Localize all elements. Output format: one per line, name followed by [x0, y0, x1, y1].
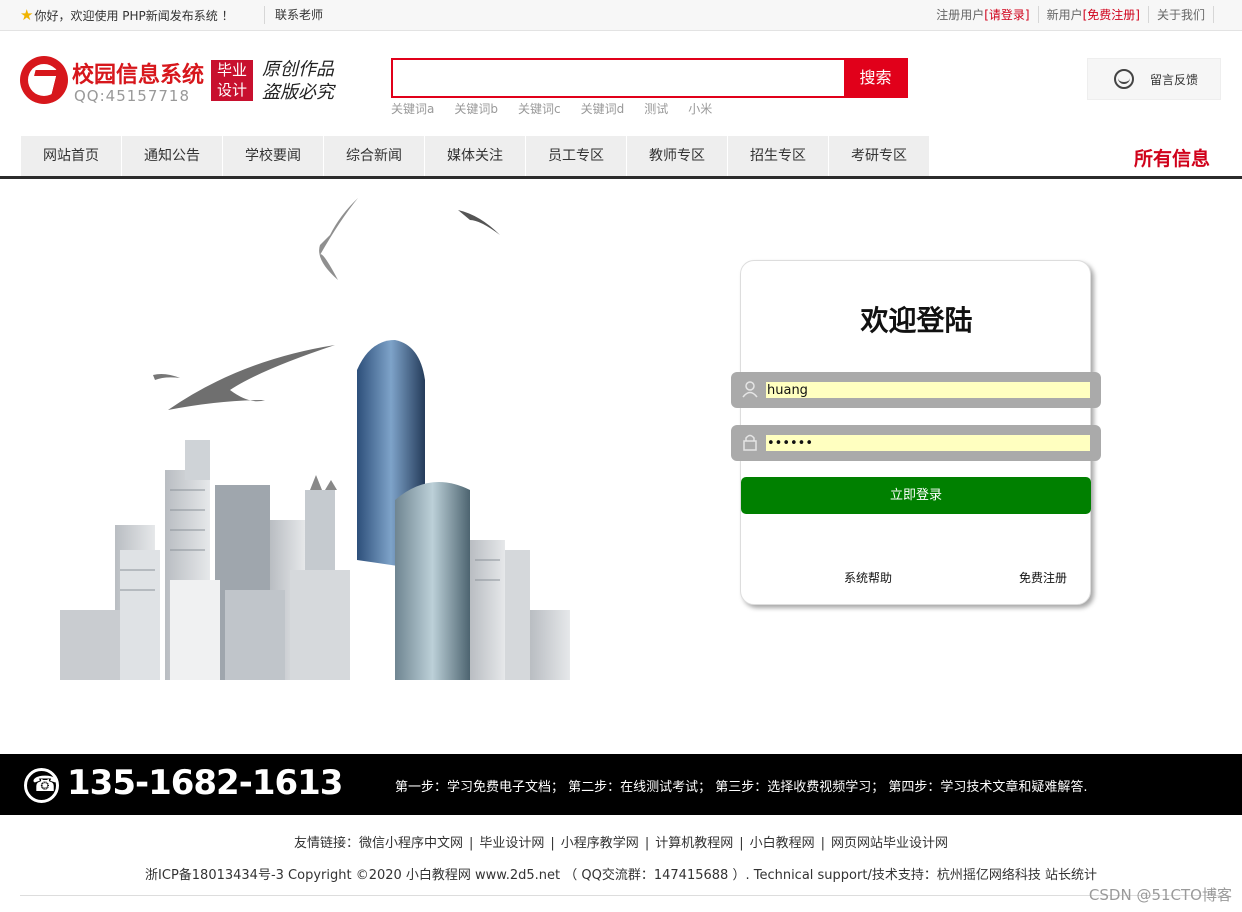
- friend-link[interactable]: 毕业设计网: [479, 836, 544, 851]
- register-free-link[interactable]: 免费注册: [1019, 569, 1067, 586]
- main-nav: 网站首页 通知公告 学校要闻 综合新闻 媒体关注 员工专区 教师专区 招生专区 …: [21, 136, 930, 176]
- feedback-label: 留言反馈: [1150, 72, 1199, 87]
- lock-icon: [743, 434, 757, 451]
- city-illustration: [40, 190, 600, 685]
- search-input[interactable]: [393, 60, 845, 96]
- username-input[interactable]: [766, 382, 1090, 398]
- divider: [264, 6, 265, 24]
- friend-link[interactable]: 计算机教程网: [655, 836, 733, 851]
- nav-teachers[interactable]: 教师专区: [627, 136, 728, 176]
- contact-band: 135-1682-1613 第一步：学习免费电子文档； 第二步：在线测试考试； …: [0, 754, 1242, 815]
- friend-link[interactable]: 微信小程序中文网: [359, 836, 463, 851]
- login-card: 欢迎登陆 立即登录 系统帮助 免费注册: [731, 260, 1101, 605]
- about-link[interactable]: 关于我们: [1147, 6, 1213, 23]
- watermark: CSDN @51CTO博客: [1088, 886, 1232, 904]
- phone-number: 135-1682-1613: [67, 763, 343, 803]
- search-button[interactable]: 搜索: [844, 59, 907, 97]
- nav-graduate[interactable]: 考研专区: [829, 136, 930, 176]
- search-box: 搜索: [391, 58, 908, 98]
- nav-staff[interactable]: 员工专区: [526, 136, 627, 176]
- star-icon: ★: [20, 6, 34, 24]
- slogan: 原创作品 盗版必究: [262, 59, 334, 103]
- nav-home[interactable]: 网站首页: [21, 136, 122, 176]
- password-input[interactable]: [766, 435, 1090, 451]
- keyword-link[interactable]: 关键词d: [581, 100, 625, 117]
- site-qq: QQ:45157718: [74, 87, 191, 105]
- nav-underline: [0, 176, 1242, 179]
- nav-admissions[interactable]: 招生专区: [728, 136, 829, 176]
- keyword-link[interactable]: 测试: [644, 100, 668, 117]
- friend-link[interactable]: 网页网站毕业设计网: [831, 836, 948, 851]
- help-link[interactable]: 系统帮助: [844, 569, 892, 586]
- top-right-links: 注册用户[请登录] 新用户[免费注册] 关于我们: [928, 6, 1214, 23]
- headset-icon: [1114, 69, 1134, 89]
- logo-icon[interactable]: [20, 56, 68, 104]
- login-link[interactable]: 注册用户[请登录]: [928, 6, 1037, 23]
- password-field: [731, 425, 1101, 461]
- hot-keywords: 关键词a 关键词b 关键词c 关键词d 测试 小米: [391, 100, 732, 117]
- nav-media[interactable]: 媒体关注: [425, 136, 526, 176]
- username-field: [731, 372, 1101, 408]
- nav-general-news[interactable]: 综合新闻: [324, 136, 425, 176]
- divider: [20, 895, 1222, 896]
- learning-steps: 第一步：学习免费电子文档； 第二步：在线测试考试； 第三步：选择收费视频学习； …: [395, 780, 1088, 795]
- user-icon: [742, 381, 758, 398]
- keyword-link[interactable]: 关键词c: [518, 100, 561, 117]
- nav-all-info[interactable]: 所有信息: [1134, 144, 1210, 171]
- feedback-button[interactable]: 留言反馈: [1087, 58, 1221, 100]
- phone-icon: [24, 768, 59, 803]
- login-title: 欢迎登陆: [860, 304, 973, 337]
- friend-links-label: 友情链接：: [293, 836, 359, 851]
- keyword-link[interactable]: 关键词b: [454, 100, 498, 117]
- nav-notices[interactable]: 通知公告: [122, 136, 223, 176]
- keyword-link[interactable]: 关键词a: [391, 100, 434, 117]
- login-button[interactable]: 立即登录: [741, 477, 1091, 514]
- contact-teacher-link[interactable]: 联系老师: [275, 6, 323, 23]
- design-badge: 毕业 设计: [211, 60, 253, 101]
- friend-link[interactable]: 小程序教学网: [561, 836, 639, 851]
- top-bar: ★ 你好，欢迎使用 PHP新闻发布系统 ！ 联系老师 注册用户[请登录] 新用户…: [0, 0, 1242, 31]
- friend-link[interactable]: 小白教程网: [750, 836, 815, 851]
- site-title[interactable]: 校园信息系统: [72, 57, 204, 89]
- friend-links: 友情链接：微信小程序中文网 | 毕业设计网 | 小程序教学网 | 计算机教程网 | 小白教程网 |…: [293, 836, 949, 851]
- welcome-message: ★ 你好，欢迎使用 PHP新闻发布系统 ！: [20, 6, 234, 24]
- nav-school-news[interactable]: 学校要闻: [223, 136, 324, 176]
- register-link[interactable]: 新用户[免费注册]: [1037, 6, 1148, 23]
- copyright: 浙ICP备18013434号-3 Copyright ©2020 小白教程网 w…: [145, 868, 1097, 883]
- keyword-link[interactable]: 小米: [688, 100, 712, 117]
- skyline-image: [60, 198, 570, 680]
- divider: [1213, 6, 1214, 23]
- welcome-text: 你好，欢迎使用 PHP新闻发布系统 ！: [34, 8, 234, 23]
